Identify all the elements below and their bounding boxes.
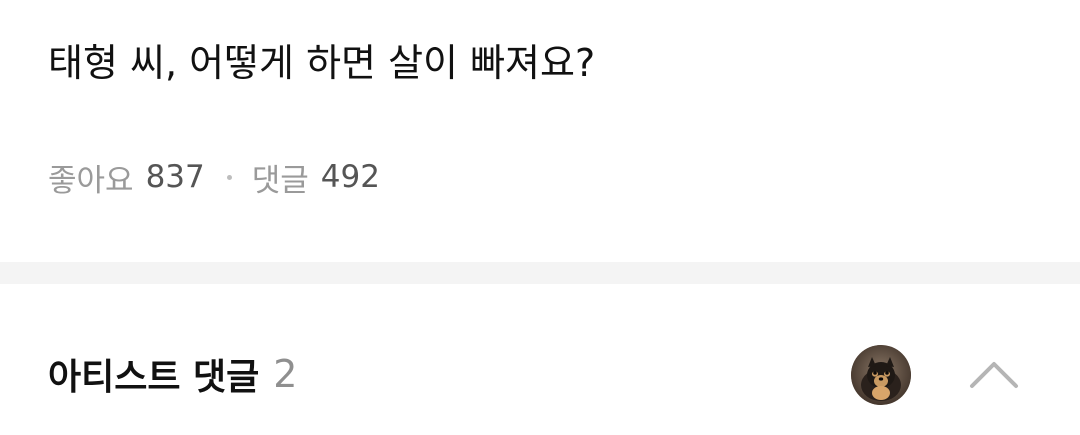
post-text: 태형 씨, 어떻게 하면 살이 빠져요? <box>48 41 596 85</box>
dog-avatar-icon <box>851 345 911 405</box>
artist-comments-section[interactable]: 아티스트 댓글 2 <box>0 284 1080 435</box>
artist-comments-count: 2 <box>273 352 298 396</box>
likes-label: 좋아요 <box>48 162 134 199</box>
section-divider <box>0 262 1080 284</box>
artist-comments-title: 아티스트 댓글 <box>48 357 260 398</box>
separator-dot <box>226 174 232 180</box>
chevron-up-icon <box>970 362 1018 388</box>
post-body: 태형 씨, 어떻게 하면 살이 빠져요? 좋아요 837 댓글 492 <box>0 0 1080 262</box>
collapse-button[interactable] <box>962 350 1026 400</box>
artist-comments-header[interactable]: 아티스트 댓글 2 <box>48 348 297 400</box>
artist-avatar[interactable] <box>851 345 911 405</box>
comments-count: 492 <box>320 159 380 195</box>
comments-label: 댓글 <box>251 162 309 199</box>
likes-count: 837 <box>145 159 205 195</box>
post-stats: 좋아요 837 댓글 492 <box>48 154 380 200</box>
